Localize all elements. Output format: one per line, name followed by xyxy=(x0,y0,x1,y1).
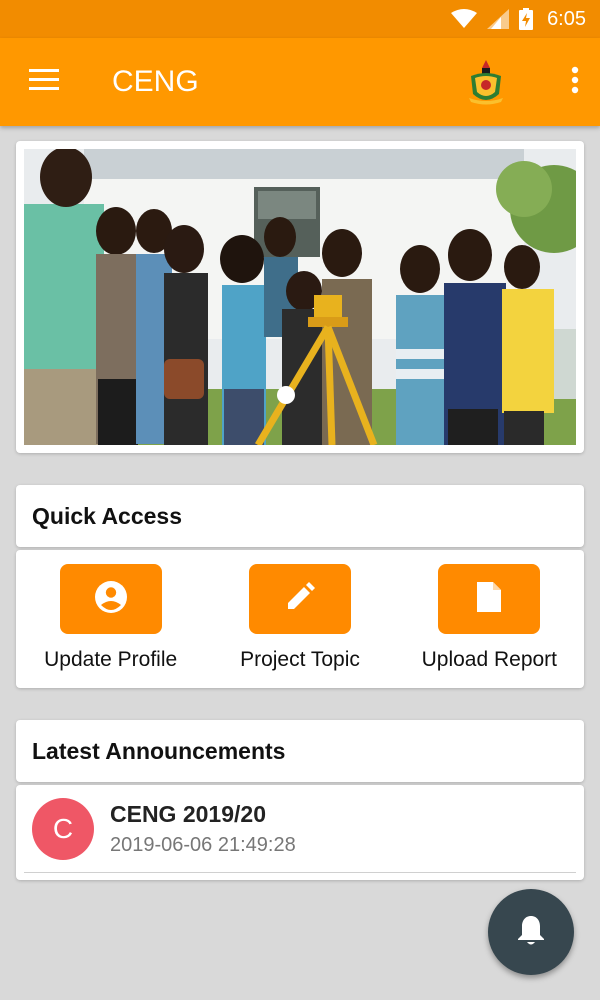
app-title: CENG xyxy=(112,65,199,98)
hero-photo xyxy=(24,149,576,445)
avatar: C xyxy=(32,797,94,860)
project-topic-button[interactable] xyxy=(248,564,351,634)
bell-icon xyxy=(517,914,545,951)
announcements-header: Latest Announcements xyxy=(16,720,584,782)
pencil-icon xyxy=(284,581,316,618)
announcement-title: CENG 2019/20 xyxy=(110,800,266,827)
announcements-title: Latest Announcements xyxy=(32,737,286,764)
university-crest-logo xyxy=(466,57,506,107)
list-item[interactable]: C CENG 2019/20 2019-06-06 21:49:28 xyxy=(24,785,576,873)
wifi-icon xyxy=(451,9,478,29)
hero-card xyxy=(16,141,584,453)
overflow-menu-button[interactable] xyxy=(550,38,600,126)
hamburger-menu-icon xyxy=(29,68,59,96)
quick-access-header: Quick Access xyxy=(16,485,584,547)
quick-access-panel: Update Profile Project Topic Upload Repo… xyxy=(16,550,584,688)
announcements-list: C CENG 2019/20 2019-06-06 21:49:28 xyxy=(16,785,584,880)
announcement-timestamp: 2019-06-06 21:49:28 xyxy=(110,833,296,856)
upload-report-button[interactable] xyxy=(438,564,541,634)
notifications-fab[interactable] xyxy=(488,889,574,975)
quick-access-title: Quick Access xyxy=(32,502,183,529)
upload-report-label: Upload Report xyxy=(421,648,558,671)
update-profile-item[interactable]: Update Profile xyxy=(26,564,196,672)
project-topic-item[interactable]: Project Topic xyxy=(215,564,385,672)
cell-signal-icon xyxy=(487,9,510,29)
upload-report-item[interactable]: Upload Report xyxy=(404,564,574,672)
project-topic-label: Project Topic xyxy=(240,648,360,671)
status-bar: 6:05 xyxy=(0,0,600,38)
account-circle-icon xyxy=(94,580,128,619)
battery-charging-icon xyxy=(519,8,534,30)
document-icon xyxy=(475,580,503,619)
status-time: 6:05 xyxy=(547,7,586,30)
announcement-text: CENG 2019/20 2019-06-06 21:49:28 xyxy=(110,801,296,857)
update-profile-label: Update Profile xyxy=(44,648,178,671)
app-bar: CENG xyxy=(0,38,600,126)
menu-button[interactable] xyxy=(0,38,88,126)
update-profile-button[interactable] xyxy=(59,564,162,634)
more-vert-icon xyxy=(571,66,579,99)
